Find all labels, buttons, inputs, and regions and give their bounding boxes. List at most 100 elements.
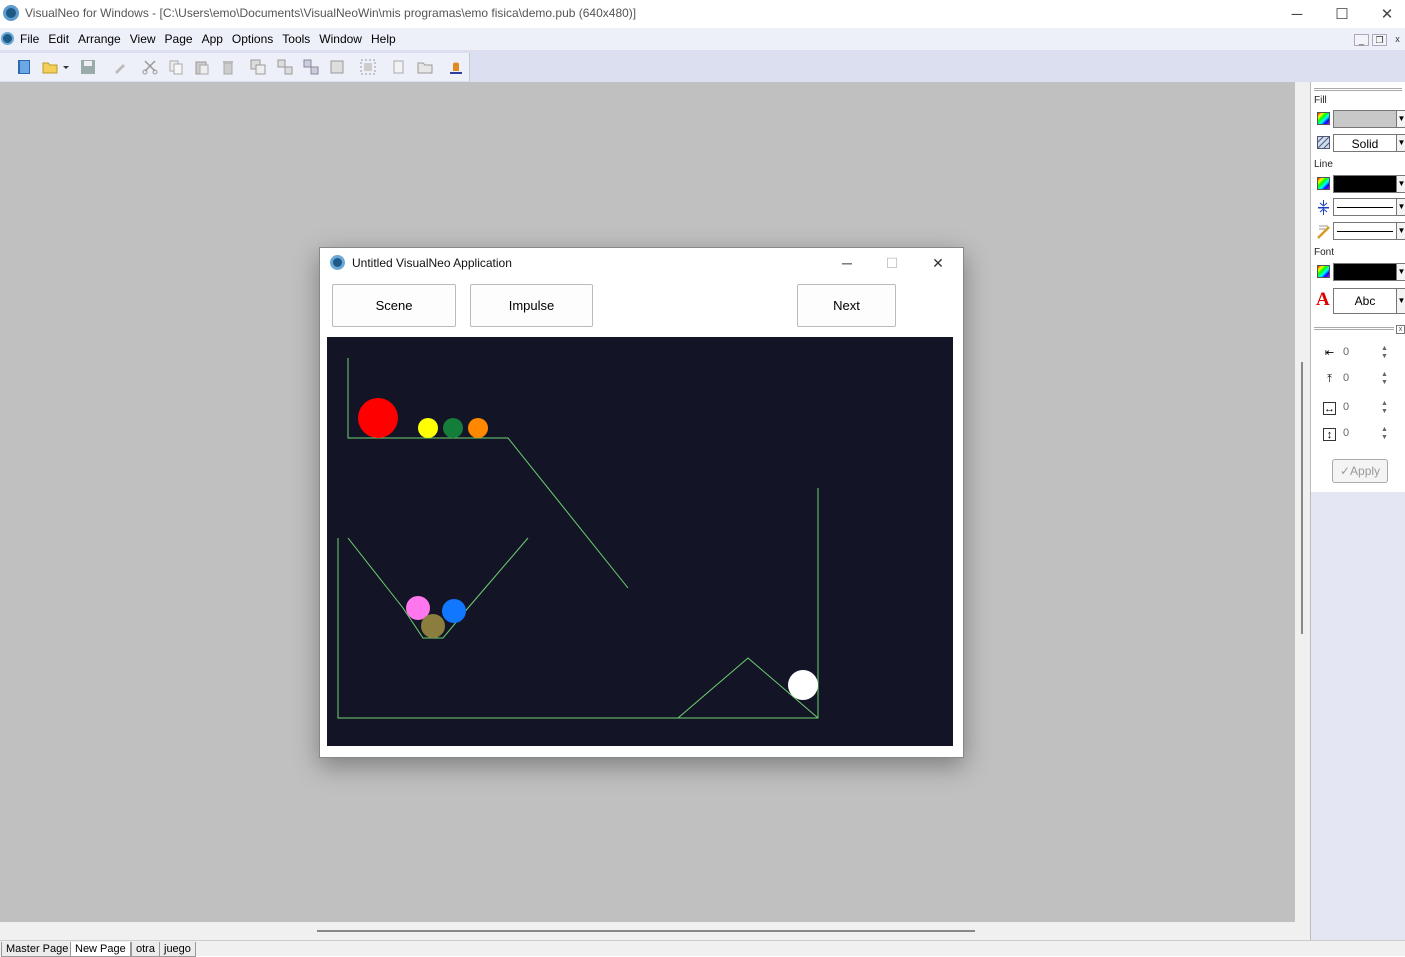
bring-to-front-icon[interactable] bbox=[250, 59, 266, 75]
mdi-minimize-button[interactable]: _ bbox=[1354, 34, 1369, 46]
fill-pattern-combo[interactable]: Solid ▼ bbox=[1333, 134, 1405, 152]
horizontal-scroll-thumb[interactable] bbox=[317, 930, 975, 932]
line-width-combo[interactable]: ▼ bbox=[1333, 198, 1405, 216]
menu-app[interactable]: App bbox=[202, 32, 223, 46]
menu-page[interactable]: Page bbox=[165, 32, 193, 46]
height-icon: ↕ bbox=[1323, 428, 1336, 441]
line-width-dropdown-icon[interactable]: ▼ bbox=[1396, 198, 1405, 216]
physics-scene bbox=[327, 337, 953, 746]
font-color-picker-icon[interactable] bbox=[1317, 265, 1330, 278]
save-icon[interactable] bbox=[80, 59, 96, 75]
duplicate-icon[interactable] bbox=[390, 59, 406, 75]
apply-button[interactable]: ✓Apply bbox=[1332, 459, 1388, 483]
mdi-close-button[interactable]: x bbox=[1390, 34, 1405, 46]
position-x-icon: ⇤ bbox=[1324, 347, 1335, 359]
line-width-preview bbox=[1337, 207, 1393, 208]
font-sample-combo[interactable]: Abc ▼ bbox=[1333, 288, 1405, 314]
visualneo-logo-icon bbox=[3, 5, 19, 21]
group-icon[interactable] bbox=[303, 59, 319, 75]
app-logo-icon bbox=[330, 255, 345, 270]
page-tabs: Master Page New Page otra juego bbox=[0, 940, 1405, 957]
tab-master-page[interactable]: Master Page bbox=[1, 942, 74, 957]
fill-color-combo[interactable]: ▼ bbox=[1333, 110, 1405, 128]
font-dropdown-icon[interactable]: ▼ bbox=[1396, 288, 1405, 314]
fill-color-dropdown-icon[interactable]: ▼ bbox=[1396, 110, 1405, 128]
line-style-combo[interactable]: ▼ bbox=[1333, 222, 1405, 240]
fill-pattern-icon[interactable] bbox=[1317, 136, 1330, 149]
font-label: Font bbox=[1314, 247, 1335, 258]
width-spinner-icon[interactable]: ▲ ▼ bbox=[1381, 400, 1388, 416]
dropdown-arrow-icon[interactable] bbox=[62, 59, 70, 75]
width-row: ↔ 0 ▲ ▼ bbox=[1321, 400, 1391, 418]
position-y-spinner-icon[interactable]: ▲ ▼ bbox=[1381, 371, 1388, 387]
folder-icon[interactable] bbox=[417, 59, 433, 75]
menu-file[interactable]: File bbox=[20, 32, 39, 46]
cut-icon[interactable] bbox=[142, 59, 158, 75]
tab-new-page[interactable]: New Page bbox=[70, 942, 131, 957]
panel-close-icon[interactable]: x bbox=[1396, 325, 1405, 334]
document-icon[interactable] bbox=[1, 32, 14, 45]
vertical-scrollbar[interactable] bbox=[1295, 82, 1310, 940]
menu-edit[interactable]: Edit bbox=[48, 32, 69, 46]
run-icon[interactable] bbox=[448, 59, 464, 75]
new-book-icon[interactable] bbox=[16, 59, 32, 75]
menu-window[interactable]: Window bbox=[319, 32, 362, 46]
menu-bar: File Edit Arrange View Page App Options … bbox=[0, 28, 1405, 51]
height-row: ↕ 0 ▲ ▼ bbox=[1321, 426, 1391, 444]
position-y-icon: ⤒ bbox=[1327, 373, 1332, 385]
title-bar: VisualNeo for Windows - [C:\Users\emo\Do… bbox=[0, 0, 1405, 28]
green-ball bbox=[443, 418, 463, 438]
delete-icon[interactable] bbox=[220, 59, 236, 75]
line-color-picker-icon[interactable] bbox=[1317, 177, 1330, 190]
horizontal-scrollbar[interactable] bbox=[0, 922, 1295, 940]
paste-icon[interactable] bbox=[194, 59, 210, 75]
font-style-icon[interactable]: A bbox=[1316, 290, 1331, 309]
scene-button[interactable]: Scene bbox=[332, 284, 456, 327]
line-style-dropdown-icon[interactable]: ▼ bbox=[1396, 222, 1405, 240]
height-value[interactable]: 0 bbox=[1343, 427, 1349, 439]
line-width-icon[interactable] bbox=[1317, 200, 1330, 215]
app-minimize-button[interactable]: ─ bbox=[827, 250, 867, 276]
line-color-combo[interactable]: ▼ bbox=[1333, 175, 1405, 193]
menu-arrange[interactable]: Arrange bbox=[78, 32, 121, 46]
position-y-value[interactable]: 0 bbox=[1343, 372, 1349, 384]
position-x-spinner-icon[interactable]: ▲ ▼ bbox=[1381, 345, 1388, 361]
next-button[interactable]: Next bbox=[797, 284, 896, 327]
paint-brush-icon[interactable] bbox=[112, 59, 128, 75]
select-all-icon[interactable] bbox=[360, 59, 376, 75]
line-style-icon[interactable] bbox=[1317, 224, 1330, 239]
panel-grip-2[interactable] bbox=[1314, 327, 1394, 330]
menu-view[interactable]: View bbox=[130, 32, 156, 46]
height-spinner-icon[interactable]: ▲ ▼ bbox=[1381, 426, 1388, 442]
app-maximize-button[interactable]: ☐ bbox=[872, 250, 912, 276]
impulse-button[interactable]: Impulse bbox=[470, 284, 593, 327]
position-x-value[interactable]: 0 bbox=[1343, 346, 1349, 358]
tab-otra[interactable]: otra bbox=[131, 942, 160, 957]
font-color-dropdown-icon[interactable]: ▼ bbox=[1396, 263, 1405, 281]
maximize-button[interactable]: ☐ bbox=[1319, 0, 1365, 28]
panel-grip[interactable] bbox=[1314, 88, 1402, 91]
vertical-scroll-thumb[interactable] bbox=[1301, 362, 1303, 634]
copy-icon[interactable] bbox=[168, 59, 184, 75]
minimize-button[interactable]: ─ bbox=[1274, 0, 1320, 28]
fill-pattern-dropdown-icon[interactable]: ▼ bbox=[1396, 134, 1405, 152]
app-close-button[interactable]: ✕ bbox=[918, 250, 958, 276]
red-ball bbox=[358, 398, 398, 438]
position-y-row: ⤒ 0 ▲ ▼ bbox=[1321, 371, 1391, 389]
physics-canvas[interactable] bbox=[327, 337, 953, 746]
menu-options[interactable]: Options bbox=[232, 32, 273, 46]
menu-help[interactable]: Help bbox=[371, 32, 396, 46]
width-value[interactable]: 0 bbox=[1343, 401, 1349, 413]
ungroup-icon[interactable] bbox=[329, 59, 345, 75]
menu-tools[interactable]: Tools bbox=[282, 32, 310, 46]
align-icon[interactable] bbox=[277, 59, 293, 75]
tab-juego[interactable]: juego bbox=[159, 942, 196, 957]
yellow-ball bbox=[418, 418, 438, 438]
mdi-restore-button[interactable]: ❐ bbox=[1372, 34, 1387, 46]
fill-color-picker-icon[interactable] bbox=[1317, 112, 1330, 125]
olive-ball bbox=[421, 614, 445, 638]
font-color-combo[interactable]: ▼ bbox=[1333, 263, 1405, 281]
close-button[interactable]: ✕ bbox=[1364, 0, 1405, 28]
open-folder-icon[interactable] bbox=[42, 59, 58, 75]
line-color-dropdown-icon[interactable]: ▼ bbox=[1396, 175, 1405, 193]
